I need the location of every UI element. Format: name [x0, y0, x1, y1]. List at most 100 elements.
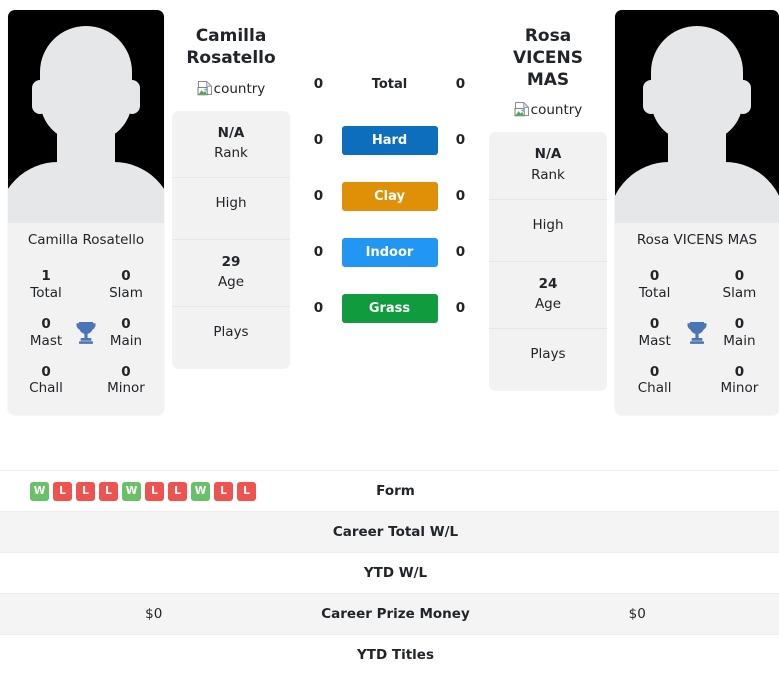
- surface-row-indoor: 0 Indoor 0: [290, 224, 489, 280]
- info-cell-plays: Plays: [172, 307, 290, 369]
- titles-row: 0 Chall 0 Minor: [8, 358, 164, 406]
- title-stat-label: Main: [723, 332, 756, 349]
- title-stat-label: Total: [30, 284, 62, 301]
- title-stat-label: Minor: [107, 380, 145, 397]
- info-cell-age: 24 Age: [489, 262, 607, 329]
- avatar-head-shape: [40, 26, 132, 142]
- surface-badge-clay[interactable]: Clay: [341, 181, 438, 211]
- info-label: High: [215, 194, 247, 211]
- title-stat-value: 0: [121, 363, 131, 380]
- table-row-label-form: Form: [376, 483, 415, 499]
- left-player-name[interactable]: Camilla Rosatello: [172, 26, 290, 70]
- left-surface-count: 0: [313, 76, 324, 92]
- info-cell-rank: N/A Rank: [489, 132, 607, 200]
- avatar-ear-left-shape: [32, 80, 48, 114]
- avatar-ear-left-shape: [643, 80, 659, 114]
- form-badge-w[interactable]: W: [191, 481, 210, 501]
- table-row-career-prize-money: $0 Career Prize Money $0: [0, 593, 779, 634]
- left-form-badges: WLLLWLLWLL: [12, 481, 296, 501]
- avatar-head-shape: [651, 26, 743, 142]
- title-stat-total: 1 Total: [20, 268, 72, 302]
- surface-row-grass: 0 Grass 0: [290, 280, 489, 336]
- right-player-titles-grid: 0 Total 0 Slam 0 Mast 0 Main 0 Chall 0 M…: [615, 260, 779, 416]
- right-player-photo-card[interactable]: Rosa VICENS MAS 0 Total 0 Slam 0 Mast 0 …: [615, 10, 779, 416]
- title-stat-value: 0: [121, 268, 131, 284]
- table-row-form: WLLLWLLWLL Form: [0, 470, 779, 511]
- title-stat-value: 0: [649, 315, 660, 332]
- left-career-prize-money: $0: [145, 606, 163, 622]
- form-badge-l[interactable]: L: [168, 481, 187, 501]
- title-stat-value: 0: [649, 268, 660, 284]
- right-surface-count: 0: [455, 188, 466, 204]
- surface-badge-grass[interactable]: Grass: [341, 293, 438, 323]
- left-player-name-line1: Camilla: [195, 26, 267, 46]
- info-label: Rank: [214, 145, 248, 162]
- left-surface-count: 0: [313, 244, 324, 260]
- left-player-name-line2: Rosatello: [186, 47, 276, 68]
- left-player-photo-column: Camilla Rosatello 1 Total 0 Slam 0 Mast …: [0, 0, 172, 416]
- info-label: Plays: [213, 324, 249, 341]
- right-player-name-line1: Rosa VICENS: [512, 26, 584, 68]
- surface-label-total[interactable]: Total: [342, 70, 438, 99]
- right-player-avatar: [615, 10, 779, 223]
- form-badge-l[interactable]: L: [145, 481, 164, 501]
- trophy-icon: [682, 321, 712, 345]
- right-player-info-card: N/A Rank High 24 Age Plays: [489, 132, 607, 391]
- table-row-label-career-total-wl: Career Total W/L: [332, 524, 459, 540]
- title-stat-label: Slam: [109, 284, 143, 301]
- trophy-icon: [72, 321, 100, 345]
- surface-row-hard: 0 Hard 0: [290, 112, 489, 168]
- surface-badge-indoor[interactable]: Indoor: [341, 237, 438, 267]
- form-badge-l[interactable]: L: [76, 481, 95, 501]
- avatar-body-shape: [8, 162, 164, 223]
- right-player-name[interactable]: Rosa VICENS MAS: [489, 26, 607, 91]
- info-label: Rank: [531, 166, 565, 183]
- title-stat-label: Chall: [637, 380, 672, 397]
- table-row-ytd-titles: YTD Titles: [0, 634, 779, 675]
- titles-row: 0 Chall 0 Minor: [615, 358, 779, 406]
- title-stat-label: Total: [638, 284, 671, 301]
- title-stat-label: Mast: [29, 332, 63, 349]
- info-label: Plays: [530, 345, 566, 362]
- title-stat-value: 0: [734, 315, 745, 332]
- titles-row: 0 Total 0 Slam: [615, 262, 779, 310]
- broken-image-icon: [197, 80, 213, 96]
- info-label: High: [532, 216, 564, 233]
- surface-comparison-column: 0 Total 0 0 Hard 0 0 Clay 0 0 Indoor 0 0: [290, 0, 489, 336]
- titles-row: 1 Total 0 Slam: [8, 262, 164, 310]
- title-stat-mast: 0 Mast: [627, 316, 682, 350]
- left-surface-count: 0: [313, 132, 324, 148]
- info-value: N/A: [217, 124, 245, 141]
- title-stat-main: 0 Main: [712, 316, 767, 350]
- title-stat-slam: 0 Slam: [712, 268, 767, 302]
- right-player-info-column: Rosa VICENS MAS country N/A Rank High 24…: [489, 0, 607, 391]
- form-badge-l[interactable]: L: [214, 481, 233, 501]
- table-row-career-total-wl: Career Total W/L: [0, 511, 779, 552]
- right-surface-count: 0: [455, 300, 466, 316]
- titles-row: 0 Mast 0 Main: [615, 310, 779, 358]
- left-form-cell: WLLLWLLWLL: [0, 481, 296, 501]
- form-badge-w[interactable]: W: [30, 481, 49, 501]
- left-surface-count: 0: [313, 188, 324, 204]
- form-badge-l[interactable]: L: [99, 481, 118, 501]
- title-stat-value: 0: [41, 363, 51, 380]
- surface-row-clay: 0 Clay 0: [290, 168, 489, 224]
- form-badge-w[interactable]: W: [122, 481, 141, 501]
- title-stat-label: Chall: [29, 380, 63, 397]
- left-player-photo-card[interactable]: Camilla Rosatello 1 Total 0 Slam 0 Mast …: [8, 10, 164, 416]
- table-row-label-career-prize-money: Career Prize Money: [321, 606, 470, 622]
- info-cell-rank: N/A Rank: [172, 111, 290, 178]
- info-value: 29: [221, 253, 241, 270]
- form-badge-l[interactable]: L: [53, 481, 72, 501]
- info-value: N/A: [534, 146, 562, 163]
- left-player-avatar: [8, 10, 164, 223]
- table-row-label-ytd-titles: YTD Titles: [357, 647, 434, 663]
- right-player-name-line2: MAS: [526, 69, 570, 90]
- form-badge-l[interactable]: L: [237, 481, 256, 501]
- title-stat-mast: 0 Mast: [20, 316, 72, 350]
- title-stat-value: 1: [41, 268, 51, 284]
- right-career-prize-money: $0: [628, 606, 646, 622]
- title-stat-label: Main: [109, 332, 143, 349]
- surface-badge-hard[interactable]: Hard: [341, 125, 438, 155]
- info-cell-age: 29 Age: [172, 240, 290, 308]
